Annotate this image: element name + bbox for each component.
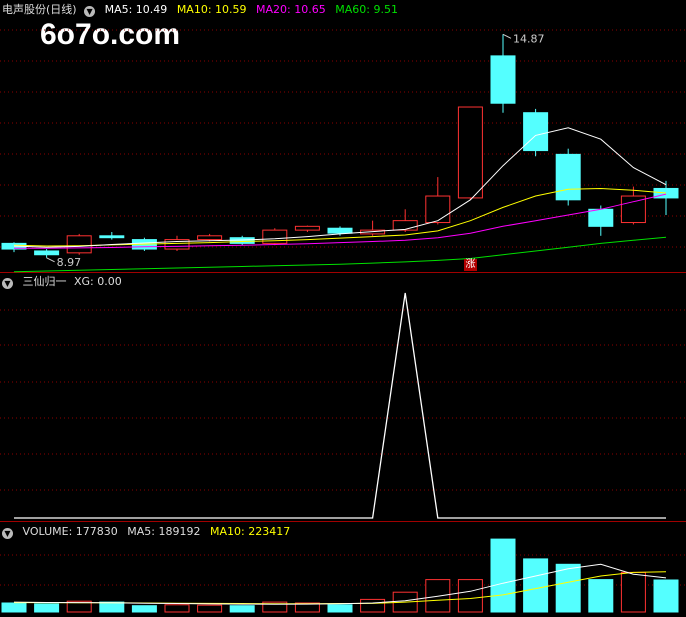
volume-bar-up — [620, 571, 646, 613]
candle-up — [294, 225, 320, 231]
candle-down — [34, 250, 60, 256]
volume-bar-up — [164, 604, 190, 613]
candle-down — [523, 112, 549, 152]
annotation-pointer — [502, 33, 512, 39]
annotation-label: 14.87 — [513, 32, 545, 45]
volume-bar-down — [327, 604, 353, 613]
volume-bar-down — [99, 601, 125, 613]
volume-bar-up — [457, 579, 483, 613]
volume-bar-down — [523, 558, 549, 613]
xg-line — [14, 292, 666, 519]
candle-down — [555, 153, 581, 201]
volume-bar-down — [229, 605, 255, 613]
rise-marker: 涨 — [464, 259, 477, 271]
chart-canvas: 14.87 8.97 — [0, 29, 686, 613]
candle-down — [99, 235, 125, 239]
chart-root: 电声股份(日线) ▼ MA5: 10.49 MA10: 10.59 MA20: … — [0, 0, 686, 617]
volume-bar-down — [555, 563, 581, 613]
candle-up — [392, 220, 418, 231]
candle-down — [588, 208, 614, 227]
candle-up — [457, 106, 483, 199]
annotation-label: 8.97 — [57, 256, 82, 269]
volume-bar-down — [34, 603, 60, 613]
candle-down — [327, 227, 353, 234]
candle-up — [197, 235, 223, 241]
volume-bar-down — [653, 579, 679, 613]
candle-down — [490, 55, 516, 104]
volume-bar-down — [588, 579, 614, 613]
volume-bar-down — [490, 538, 516, 613]
annotation-pointer — [46, 257, 55, 263]
volume-bar-down — [1, 602, 27, 613]
volume-bar-down — [131, 605, 157, 613]
candle-up — [66, 235, 92, 254]
volume-bar-up — [360, 598, 386, 613]
volume-bar-up — [197, 604, 223, 613]
candle-up — [425, 195, 451, 224]
